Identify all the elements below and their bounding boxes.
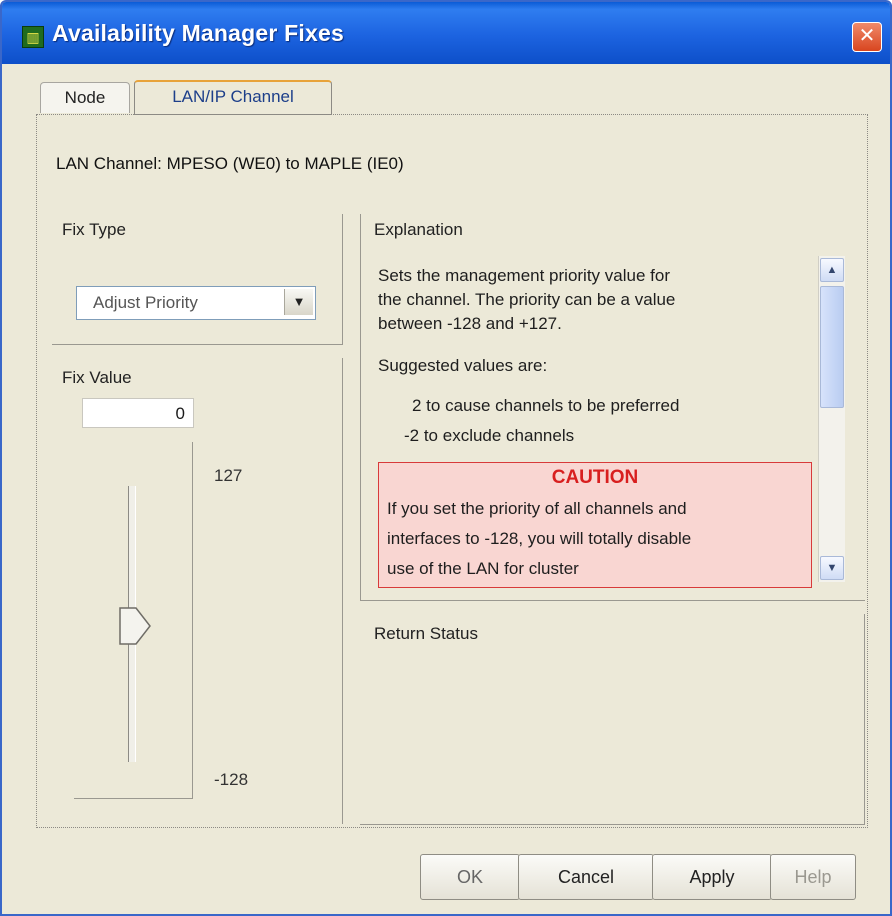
scroll-thumb[interactable] [820,286,844,408]
window-title: Availability Manager Fixes [52,20,344,46]
caution-line: interfaces to -128, you will totally dis… [387,529,692,548]
close-button[interactable]: ✕ [852,22,882,52]
scroll-up-button[interactable]: ▲ [820,258,844,282]
caution-line: If you set the priority of all channels … [387,499,687,518]
slider-min-label: -128 [214,770,249,789]
fix-value-field[interactable]: 0 [82,398,194,428]
cancel-button[interactable]: Cancel [518,854,654,900]
explanation-line: the channel. The priority can be a value [378,290,676,309]
explanation-line: -2 to exclude channels [404,426,575,445]
close-icon: ✕ [858,25,876,47]
slider-max-label: 127 [214,466,243,485]
scroll-down-button[interactable]: ▼ [820,556,844,580]
arrow-down-icon: ▼ [826,562,838,574]
ok-button[interactable]: OK [420,854,520,900]
explanation-line: Sets the management priority value for [378,266,670,285]
tab-node[interactable]: Node [40,82,130,113]
fix-type-selected: Adjust Priority [93,293,198,312]
title-bar[interactable]: ▥ Availability Manager Fixes ✕ [2,2,890,64]
priority-slider-thumb[interactable] [118,606,152,646]
explanation-label: Explanation [374,220,463,239]
fix-type-label: Fix Type [62,220,126,239]
chevron-down-icon[interactable]: ▼ [284,289,313,315]
fix-type-dropdown[interactable]: Adjust Priority ▼ [76,286,316,320]
explanation-line: between -128 and +127. [378,314,562,333]
return-status-label: Return Status [374,624,478,643]
lan-channel-label: LAN Channel: MPESO (WE0) to MAPLE (IE0) [56,154,404,173]
dialog-window: ▥ Availability Manager Fixes ✕ Node LAN/… [0,0,892,916]
explanation-scrollbar[interactable]: ▲ ▼ [818,256,845,582]
explanation-line: 2 to cause channels to be preferred [412,396,680,415]
caution-title: CAUTION [551,467,639,488]
availability-manager-app-icon: ▥ [22,26,44,48]
explanation-line: Suggested values are: [378,356,548,375]
fix-value-label: Fix Value [62,368,132,387]
arrow-up-icon: ▲ [826,264,838,276]
caution-line: use of the LAN for cluster [387,559,579,578]
help-button[interactable]: Help [770,854,856,900]
tab-lan-ip-channel[interactable]: LAN/IP Channel [134,80,332,115]
return-status-group [360,614,865,825]
apply-button[interactable]: Apply [652,854,772,900]
caution-box: CAUTION If you set the priority of all c… [378,462,812,588]
